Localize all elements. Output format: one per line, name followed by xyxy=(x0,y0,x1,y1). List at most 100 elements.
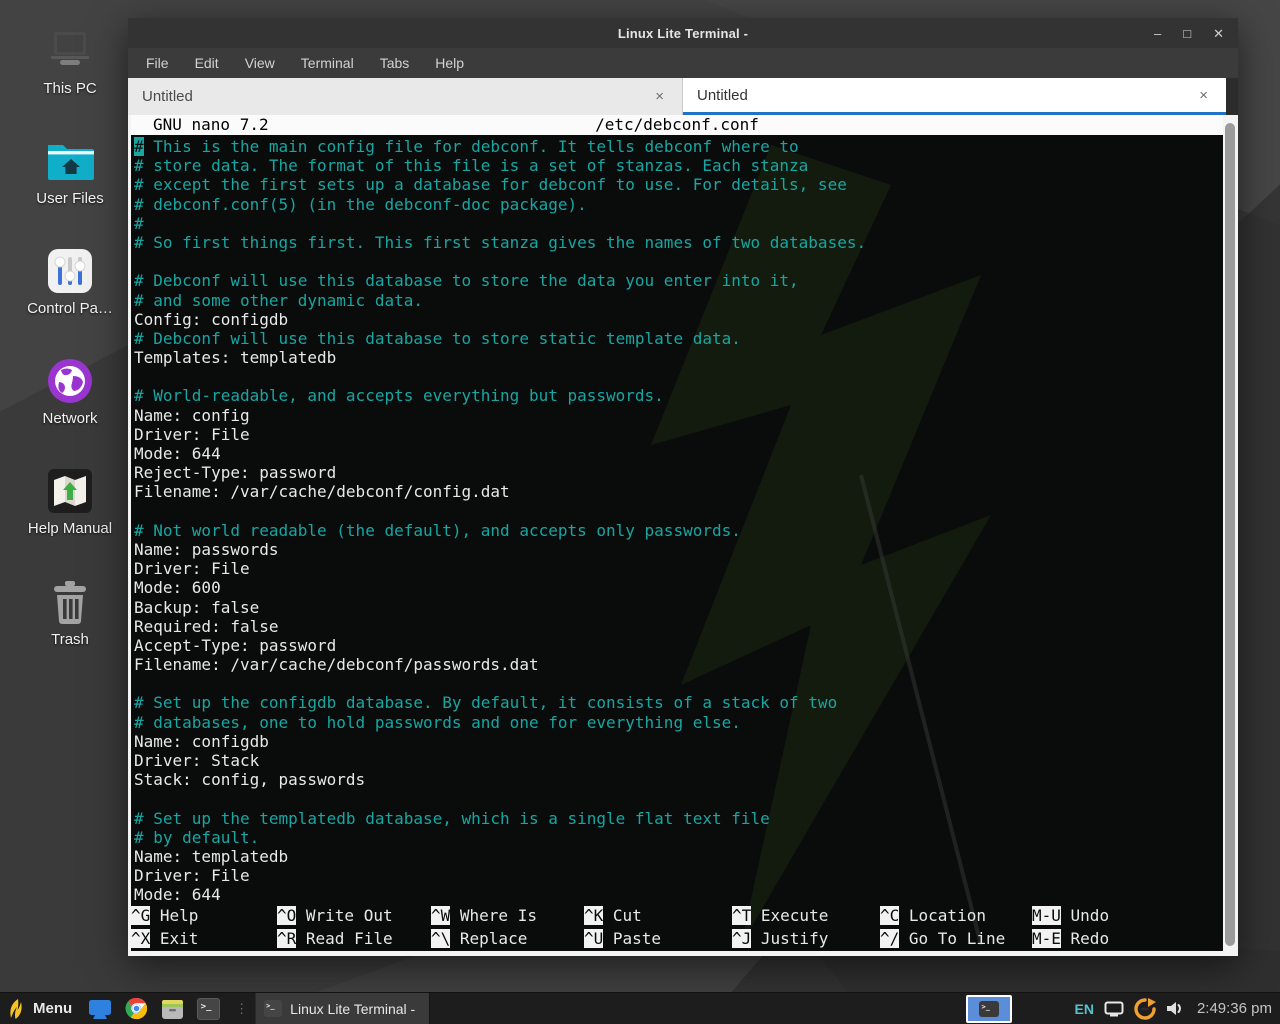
help-manual-icon xyxy=(8,462,132,520)
desktop-icon-label: Help Manual xyxy=(8,520,132,537)
terminal-line: Name: config xyxy=(134,406,1223,425)
menu-terminal[interactable]: Terminal xyxy=(301,55,354,71)
nano-shortcut: ^T Execute xyxy=(732,906,880,925)
terminal-line: Required: false xyxy=(134,617,1223,636)
nano-shortcut: ^W Where Is xyxy=(431,906,584,925)
shortcut-key: ^U xyxy=(584,929,603,948)
nano-titlebar: GNU nano 7.2 /etc/debconf.conf xyxy=(131,115,1223,135)
task-button-terminal[interactable]: >_ Linux Lite Terminal - xyxy=(255,993,430,1024)
chrome-icon[interactable] xyxy=(124,997,148,1021)
desktop-icon-user-files[interactable]: User Files xyxy=(8,132,132,207)
speaker-icon[interactable] xyxy=(1166,1000,1185,1017)
keyboard-layout-indicator[interactable]: EN xyxy=(1074,1001,1093,1017)
system-tray: >_ EN 2:49:36 pm xyxy=(966,995,1280,1023)
terminal-line: Filename: /var/cache/debconf/config.dat xyxy=(134,482,1223,501)
display-icon[interactable] xyxy=(1104,1001,1124,1017)
terminal-line: Filename: /var/cache/debconf/passwords.d… xyxy=(134,655,1223,674)
desktop-icon-label: User Files xyxy=(8,190,132,207)
terminal-icon[interactable]: >_ xyxy=(196,997,220,1021)
terminal-line: # So first things first. This first stan… xyxy=(134,233,1223,252)
terminal-line: # Debconf will use this database to stor… xyxy=(134,329,1223,348)
desktop-icon-trash[interactable]: Trash xyxy=(8,573,132,648)
tab-close-icon[interactable]: × xyxy=(651,88,668,105)
terminal-line: Templates: templatedb xyxy=(134,348,1223,367)
terminal-line xyxy=(134,252,1223,271)
menu-help[interactable]: Help xyxy=(435,55,464,71)
update-refresh-icon[interactable] xyxy=(1134,998,1156,1020)
tab-untitled-2[interactable]: Untitled × xyxy=(683,78,1226,115)
window-titlebar[interactable]: Linux Lite Terminal - – □ ✕ xyxy=(128,18,1238,48)
home-folder-icon xyxy=(8,132,132,190)
terminal-line: Name: passwords xyxy=(134,540,1223,559)
terminal-line: Reject-Type: password xyxy=(134,463,1223,482)
terminal-line: # except the first sets up a database fo… xyxy=(134,175,1223,194)
tab-bar-gap xyxy=(1226,78,1238,115)
nano-shortcut: ^K Cut xyxy=(584,906,732,925)
shortcut-key: M-E xyxy=(1032,929,1061,948)
shortcut-label: Where Is xyxy=(450,906,537,925)
desktop-icon-label: This PC xyxy=(8,80,132,97)
terminal-line: # by default. xyxy=(134,828,1223,847)
desktop-icon-help-manual[interactable]: Help Manual xyxy=(8,462,132,537)
desktop-icon-this-pc[interactable]: This PC xyxy=(8,22,132,97)
shortcut-label: Execute xyxy=(751,906,828,925)
nano-shortcut: ^R Read File xyxy=(277,929,431,948)
pinned-launchers: >_ ⋮ xyxy=(82,997,255,1021)
terminal-icon: >_ xyxy=(264,1000,282,1017)
menu-edit[interactable]: Edit xyxy=(195,55,219,71)
terminal-frame: GNU nano 7.2 /etc/debconf.conf # This is… xyxy=(128,115,1238,956)
terminal-line: Driver: File xyxy=(134,425,1223,444)
task-button-label: Linux Lite Terminal - xyxy=(290,1001,415,1017)
terminal-line: # Debconf will use this database to stor… xyxy=(134,271,1223,290)
tab-label: Untitled xyxy=(142,88,651,105)
terminal-line: # and some other dynamic data. xyxy=(134,291,1223,310)
tab-close-icon[interactable]: × xyxy=(1195,87,1212,104)
terminal-line: Backup: false xyxy=(134,598,1223,617)
nano-shortcut: ^X Exit xyxy=(131,929,277,948)
archive-icon[interactable] xyxy=(160,997,184,1021)
control-panel-icon xyxy=(8,242,132,300)
terminal-icon: >_ xyxy=(979,1001,999,1017)
menu-tabs[interactable]: Tabs xyxy=(380,55,410,71)
terminal-scrollbar-thumb[interactable] xyxy=(1225,123,1235,946)
terminal-line: Accept-Type: password xyxy=(134,636,1223,655)
menu-bar: File Edit View Terminal Tabs Help xyxy=(128,48,1238,78)
terminal-line xyxy=(134,674,1223,693)
desktop-icon-control-panel[interactable]: Control Pa… xyxy=(8,242,132,317)
nano-shortcut: ^/ Go To Line xyxy=(880,929,1032,948)
taskbar: Menu xyxy=(0,992,1280,1024)
close-button[interactable]: ✕ xyxy=(1213,27,1224,40)
shortcut-label: Read File xyxy=(296,929,392,948)
desktop-icon-network[interactable]: Network xyxy=(8,352,132,427)
nano-shortcut: ^G Help xyxy=(131,906,277,925)
minimize-button[interactable]: – xyxy=(1154,27,1161,40)
nano-shortcut: ^U Paste xyxy=(584,929,732,948)
maximize-button[interactable]: □ xyxy=(1183,27,1191,40)
menu-view[interactable]: View xyxy=(245,55,275,71)
workspace-pager[interactable]: >_ xyxy=(966,995,1012,1023)
shortcut-key: ^X xyxy=(131,929,150,948)
tab-untitled-1[interactable]: Untitled × xyxy=(128,78,683,115)
terminal-line: Name: configdb xyxy=(134,732,1223,751)
window-controls: – □ ✕ xyxy=(1154,18,1224,48)
panel-separator: ⋮ xyxy=(232,1001,249,1017)
terminal-line: Mode: 644 xyxy=(134,444,1223,463)
shortcut-label: Write Out xyxy=(296,906,392,925)
terminal-screen[interactable]: GNU nano 7.2 /etc/debconf.conf # This is… xyxy=(131,115,1223,951)
terminal-line xyxy=(134,367,1223,386)
terminal-line xyxy=(134,502,1223,521)
nano-file-path: /etc/debconf.conf xyxy=(131,115,1223,135)
terminal-line: Driver: File xyxy=(134,866,1223,885)
terminal-line: Stack: config, passwords xyxy=(134,770,1223,789)
shortcut-key: ^R xyxy=(277,929,296,948)
shortcut-key: ^G xyxy=(131,906,150,925)
shortcut-label: Exit xyxy=(150,929,198,948)
desktop: This PC User Files xyxy=(0,0,1280,1024)
shortcut-key: ^J xyxy=(732,929,751,948)
clock[interactable]: 2:49:36 pm xyxy=(1195,1000,1272,1017)
desktop-launcher-icon[interactable] xyxy=(88,997,112,1021)
menu-file[interactable]: File xyxy=(146,55,169,71)
terminal-line: # store data. The format of this file is… xyxy=(134,156,1223,175)
start-menu-button[interactable]: Menu xyxy=(0,993,82,1024)
terminal-scrollbar-track[interactable] xyxy=(1223,115,1238,956)
